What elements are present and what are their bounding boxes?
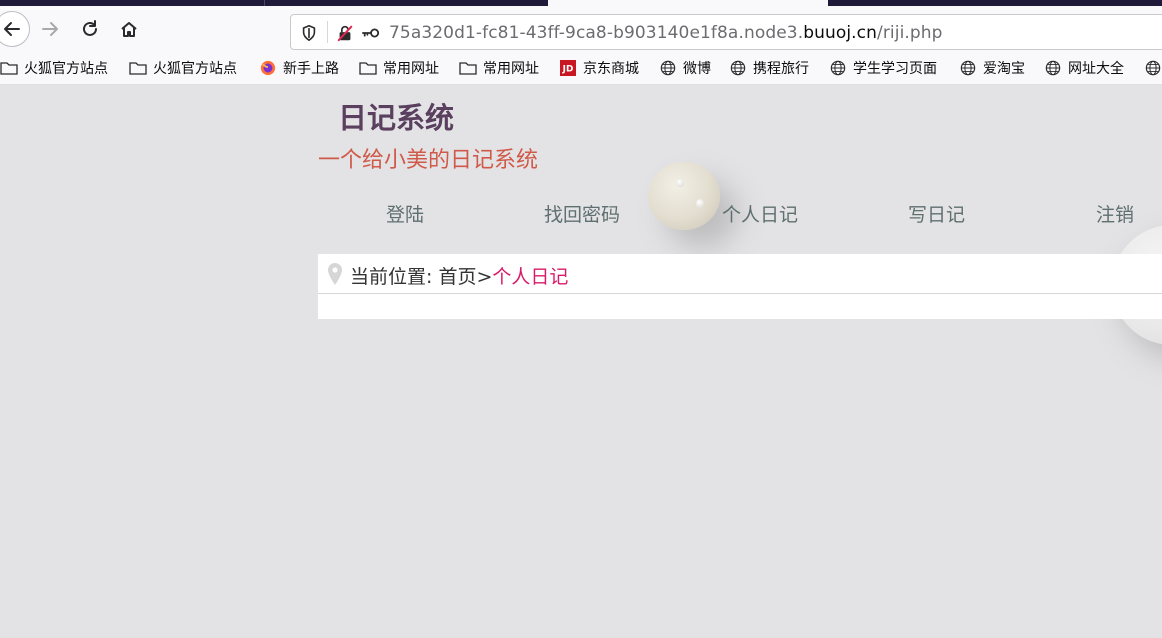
- url-path: /riji.php: [877, 23, 943, 43]
- bookmark-label: 网址大全: [1068, 61, 1124, 77]
- back-arrow-icon: [4, 22, 20, 36]
- bookmark-label: 常用网址: [383, 61, 439, 77]
- address-bar[interactable]: 75a320d1-fc81-43ff-9ca8-b903140e1f8a.nod…: [290, 14, 1162, 50]
- bookmark-label: 常用网址: [483, 61, 539, 77]
- url-text[interactable]: 75a320d1-fc81-43ff-9ca8-b903140e1f8a.nod…: [389, 23, 943, 43]
- url-divider: [327, 21, 328, 43]
- bookmark-label: 火狐官方站点: [24, 61, 108, 77]
- globe-icon: [830, 60, 846, 76]
- page-background: [0, 85, 1162, 638]
- back-button[interactable]: [0, 11, 30, 47]
- shield-icon[interactable]: [299, 23, 319, 43]
- pebble-decoration: [648, 162, 720, 230]
- bookmark-item[interactable]: 火狐官方站点: [129, 58, 237, 78]
- svg-text:JD: JD: [562, 65, 574, 75]
- folder-icon: [459, 62, 477, 75]
- bookmark-item[interactable]: 学生学习页面: [829, 58, 937, 78]
- breadcrumb: 当前位置: 首页>个人日记: [318, 254, 1162, 319]
- bookmark-label: 携程旅行: [753, 61, 809, 77]
- globe-icon: [960, 60, 976, 76]
- nav-write-diary[interactable]: 写日记: [908, 200, 965, 227]
- bookmark-item[interactable]: 常用网址: [459, 58, 539, 78]
- water-drop-decoration: [676, 179, 684, 187]
- bookmark-item[interactable]: 微博: [659, 58, 711, 78]
- bookmark-label: 新手上路: [283, 61, 339, 77]
- jd-icon: JD: [560, 60, 576, 76]
- url-prefix: 75a320d1-fc81-43ff-9ca8-b903140e1f8a.nod…: [389, 23, 804, 43]
- bookmark-item[interactable]: 网址大全: [1044, 58, 1124, 78]
- water-drop-decoration: [696, 199, 704, 208]
- reload-icon: [83, 20, 97, 36]
- bookmarks-bar: 火狐官方站点 火狐官方站点 新手上路 常用网址 常用网址 JD 京东商城 微博 …: [0, 52, 1162, 85]
- bookmark-item[interactable]: JD 京东商城: [559, 58, 639, 78]
- bookmark-label: 火狐官方站点: [153, 61, 237, 77]
- globe-icon: [1145, 60, 1161, 76]
- firefox-icon: [260, 60, 276, 76]
- insecure-lock-icon[interactable]: [335, 23, 355, 43]
- bookmark-label: 京东商城: [583, 61, 639, 77]
- home-button[interactable]: [113, 13, 145, 45]
- reload-button[interactable]: [74, 13, 106, 45]
- nav-login[interactable]: 登陆: [386, 200, 424, 227]
- globe-icon: [1045, 60, 1061, 76]
- forward-arrow-icon: [42, 22, 58, 36]
- bookmark-item[interactable]: 火狐官方站点: [0, 58, 108, 78]
- globe-icon: [660, 60, 676, 76]
- folder-icon: [359, 62, 377, 75]
- location-pin-icon: [328, 263, 342, 285]
- site-title: 日记系统: [338, 101, 455, 135]
- breadcrumb-current[interactable]: 个人日记: [492, 266, 568, 288]
- forward-button[interactable]: [34, 13, 66, 45]
- nav-personal-diary[interactable]: 个人日记: [722, 200, 798, 227]
- bookmark-label: 爱淘宝: [983, 61, 1025, 77]
- site-subtitle: 一个给小美的日记系统: [318, 148, 539, 173]
- key-icon[interactable]: [361, 23, 381, 43]
- nav-logout[interactable]: 注销: [1096, 200, 1134, 227]
- breadcrumb-prefix: 当前位置: 首页>: [350, 266, 493, 288]
- bookmark-item[interactable]: 常用网址: [359, 58, 439, 78]
- breadcrumb-divider: [318, 293, 1162, 294]
- bookmark-item[interactable]: 携程旅行: [729, 58, 809, 78]
- globe-icon: [730, 60, 746, 76]
- breadcrumb-text: 当前位置: 首页>个人日记: [350, 262, 568, 289]
- folder-icon: [129, 62, 147, 75]
- bookmark-label: 微博: [683, 61, 711, 77]
- home-icon: [121, 22, 137, 37]
- nav-recover-password[interactable]: 找回密码: [544, 200, 620, 227]
- bookmark-item[interactable]: 爱淘宝: [959, 58, 1025, 78]
- bookmark-item[interactable]: [1144, 58, 1162, 78]
- bookmark-label: 学生学习页面: [853, 61, 937, 77]
- url-host: buuoj.cn: [803, 23, 877, 43]
- navigation-toolbar: 75a320d1-fc81-43ff-9ca8-b903140e1f8a.nod…: [0, 6, 1162, 52]
- bookmark-item[interactable]: 新手上路: [259, 58, 339, 78]
- folder-icon: [0, 62, 18, 75]
